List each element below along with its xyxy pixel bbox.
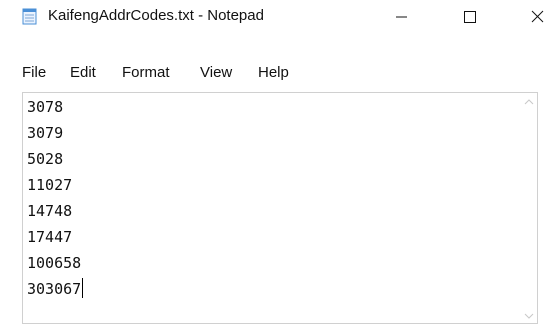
notepad-window: KaifengAddrCodes.txt - Notepad File Edit… xyxy=(0,0,560,333)
maximize-icon xyxy=(464,11,476,23)
menu-edit[interactable]: Edit xyxy=(70,60,96,86)
menu-file[interactable]: File xyxy=(22,60,46,86)
scroll-down-icon[interactable] xyxy=(524,313,534,319)
scroll-up-icon[interactable] xyxy=(524,99,534,105)
text-line: 3079 xyxy=(27,120,83,146)
line-text: 5028 xyxy=(27,150,64,168)
close-button[interactable] xyxy=(514,0,560,32)
line-text: 11027 xyxy=(27,176,73,194)
notepad-icon xyxy=(22,7,38,25)
maximize-button[interactable] xyxy=(446,0,492,32)
menu-format[interactable]: Format xyxy=(122,60,170,86)
line-text: 17447 xyxy=(27,228,73,246)
line-text: 303067 xyxy=(27,280,82,298)
line-text: 100658 xyxy=(27,254,82,272)
text-line: 303067 xyxy=(27,276,84,302)
text-line: 14748 xyxy=(27,198,83,224)
line-text: 14748 xyxy=(27,202,73,220)
editor-content[interactable]: 3078 3079 5028 11027 14748 17447 100658 … xyxy=(27,94,84,302)
close-icon xyxy=(531,10,544,23)
menu-help[interactable]: Help xyxy=(258,60,289,86)
window-title: KaifengAddrCodes.txt - Notepad xyxy=(48,7,264,24)
menu-view[interactable]: View xyxy=(200,60,232,86)
text-line: 3078 xyxy=(27,94,83,120)
text-line: 100658 xyxy=(27,250,83,276)
text-line: 17447 xyxy=(27,224,83,250)
title-bar[interactable]: KaifengAddrCodes.txt - Notepad xyxy=(0,0,560,32)
text-line: 5028 xyxy=(27,146,83,172)
line-text: 3078 xyxy=(27,98,64,116)
line-text: 3079 xyxy=(27,124,64,142)
minimize-button[interactable] xyxy=(378,0,424,32)
text-editor[interactable]: 3078 3079 5028 11027 14748 17447 100658 … xyxy=(22,92,538,324)
text-caret xyxy=(82,278,84,298)
text-line: 11027 xyxy=(27,172,83,198)
minimize-icon xyxy=(396,16,407,18)
menu-bar: File Edit Format View Help xyxy=(0,60,560,86)
vertical-scrollbar[interactable] xyxy=(521,93,537,323)
